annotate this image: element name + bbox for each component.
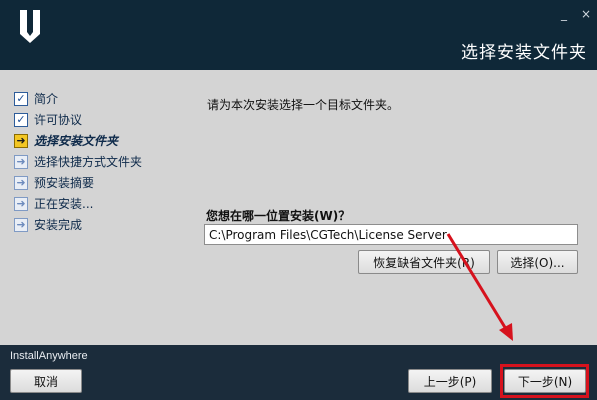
step-item-license: ✓ 许可协议	[14, 109, 142, 130]
install-location-label: 您想在哪一位置安装(W)？	[206, 209, 351, 223]
annotation-highlight-box	[500, 364, 589, 398]
step-label: 预安装摘要	[34, 176, 95, 190]
check-icon: ✓	[14, 91, 28, 106]
step-label: 简介	[34, 92, 59, 106]
step-label: 选择安装文件夹	[34, 134, 119, 148]
step-label: 许可协议	[34, 113, 83, 127]
step-item-shortcut-folder: ➜ 选择快捷方式文件夹	[14, 151, 142, 172]
step-list: ✓ 简介 ✓ 许可协议 ➜ 选择安装文件夹 ➜ 选择快捷方式文件夹 ➜ 预安装摘…	[14, 88, 142, 235]
footer: InstallAnywhere 取消 上一步(P) 下一步(N)	[0, 345, 597, 400]
arrow-right-icon: ➜	[14, 133, 28, 148]
step-item-complete: ➜ 安装完成	[14, 214, 142, 235]
step-item-choose-folder: ➜ 选择安装文件夹	[14, 130, 142, 151]
content-panel: ✓ 简介 ✓ 许可协议 ➜ 选择安装文件夹 ➜ 选择快捷方式文件夹 ➜ 预安装摘…	[0, 70, 597, 345]
arrow-right-icon: ➜	[14, 196, 28, 211]
arrow-right-icon: ➜	[14, 154, 28, 169]
brand-label: InstallAnywhere	[10, 350, 88, 362]
install-path-input[interactable]	[204, 224, 578, 245]
header: _ × 选择安装文件夹	[0, 0, 597, 70]
previous-button[interactable]: 上一步(P)	[408, 369, 492, 393]
instruction-text: 请为本次安装选择一个目标文件夹。	[207, 98, 400, 112]
page-title: 选择安装文件夹	[461, 43, 587, 63]
arrow-right-icon: ➜	[14, 217, 28, 232]
installanywhere-logo	[20, 10, 40, 43]
window-controls: _ ×	[561, 8, 591, 20]
minimize-button[interactable]: _	[561, 8, 567, 20]
step-item-installing: ➜ 正在安装...	[14, 193, 142, 214]
step-label: 安装完成	[34, 218, 83, 232]
step-item-pre-install-summary: ➜ 预安装摘要	[14, 172, 142, 193]
step-label: 正在安装...	[34, 197, 94, 211]
check-icon: ✓	[14, 112, 28, 127]
installer-window: _ × 选择安装文件夹 ✓ 简介 ✓ 许可协议 ➜ 选择安装文件夹 ➜ 选择快捷…	[0, 0, 597, 400]
restore-default-folder-button[interactable]: 恢复缺省文件夹(R)	[358, 250, 490, 274]
step-label: 选择快捷方式文件夹	[34, 155, 143, 169]
step-item-intro: ✓ 简介	[14, 88, 142, 109]
close-button[interactable]: ×	[581, 8, 591, 20]
cancel-button[interactable]: 取消	[10, 369, 82, 393]
arrow-right-icon: ➜	[14, 175, 28, 190]
choose-folder-button[interactable]: 选择(O)...	[497, 250, 578, 274]
